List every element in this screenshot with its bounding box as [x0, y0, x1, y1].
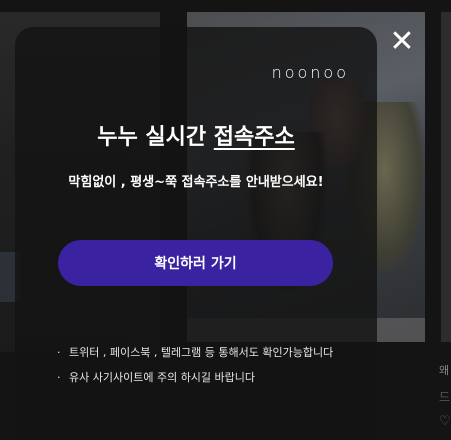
title-text: 누누 실시간 [97, 125, 214, 150]
list-item: · 유사 사기사이트에 주의 하시길 바랍니다 [57, 370, 333, 395]
bullet-icon: · [57, 346, 61, 359]
modal-title: 누누 실시간 접속주소 [15, 119, 377, 151]
notes-list: · 트위터 , 페이스북 , 텔레그램 등 통해서도 확인가능합니다 · 유사 사기… [57, 345, 333, 395]
title-underlined-text: 접속주소 [213, 125, 295, 150]
popup-modal: noonoo 누누 실시간 접속주소 막힘없이 , 평생~쭉 접속주소를 안내받… [15, 27, 377, 440]
noonoo-logo: noonoo [271, 63, 349, 82]
modal-subtitle: 막힘없이 , 평생~쭉 접속주소를 안내받으세요! [68, 175, 324, 190]
background-poster-right [441, 12, 451, 342]
bullet-icon: · [57, 371, 61, 384]
note-text: 유사 사기사이트에 주의 하시길 바랍니다 [69, 371, 256, 384]
side-card-subtitle: 드 [439, 390, 451, 404]
heart-icon[interactable]: ♡ [439, 414, 451, 429]
confirm-button[interactable]: 확인하러 가기 [58, 240, 333, 286]
note-text: 트위터 , 페이스북 , 텔레그램 등 통해서도 확인가능합니다 [69, 346, 334, 359]
close-icon[interactable]: ✕ [388, 27, 416, 57]
list-item: · 트위터 , 페이스북 , 텔레그램 등 통해서도 확인가능합니다 [57, 345, 333, 370]
side-card-title: 왜 [439, 364, 450, 377]
